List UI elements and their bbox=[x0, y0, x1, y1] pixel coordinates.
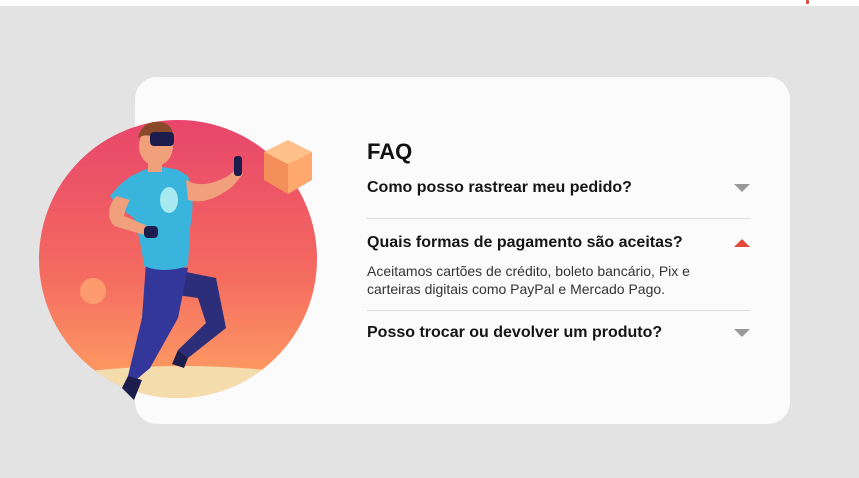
top-strip bbox=[0, 0, 859, 6]
faq-item-rastrear[interactable]: Como posso rastrear meu pedido? bbox=[367, 177, 750, 219]
faq-answer: Aceitamos cartões de crédito, boleto ban… bbox=[367, 263, 690, 297]
faq-question: Quais formas de pagamento são aceitas? bbox=[367, 234, 683, 251]
faq-question-row[interactable]: Posso trocar ou devolver um produto? bbox=[367, 322, 750, 344]
faq-title: FAQ bbox=[367, 139, 413, 164]
faq-item-trocar[interactable]: Posso trocar ou devolver um produto? bbox=[367, 322, 750, 344]
chevron-down-icon[interactable] bbox=[734, 328, 750, 338]
faq-question: Como posso rastrear meu pedido? bbox=[367, 179, 632, 196]
faq-section: FAQ Como posso rastrear meu pedido? Quai… bbox=[367, 138, 750, 344]
faq-item-pagamento[interactable]: Quais formas de pagamento são aceitas? A… bbox=[367, 232, 750, 311]
vr-person-illustration bbox=[39, 120, 317, 400]
divider bbox=[367, 310, 750, 311]
divider bbox=[367, 218, 750, 219]
chevron-up-icon[interactable] bbox=[734, 238, 750, 248]
accent-dot bbox=[806, 0, 809, 4]
faq-question-row[interactable]: Como posso rastrear meu pedido? bbox=[367, 177, 750, 199]
faq-question-row[interactable]: Quais formas de pagamento são aceitas? bbox=[367, 232, 750, 254]
faq-question: Posso trocar ou devolver um produto? bbox=[367, 324, 663, 341]
chevron-down-icon[interactable] bbox=[734, 183, 750, 193]
